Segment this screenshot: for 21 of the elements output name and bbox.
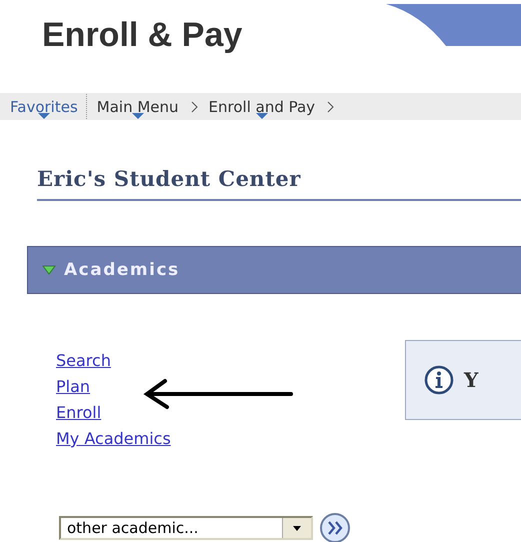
site-title: Enroll & Pay — [42, 16, 242, 56]
nav-menu[interactable]: Main Menu — [96, 94, 185, 119]
page-title: Eric's Student Center — [37, 166, 521, 201]
caret-icon[interactable] — [38, 113, 50, 119]
academics-link[interactable]: Search — [56, 348, 111, 374]
go-button[interactable] — [319, 512, 351, 542]
info-icon — [424, 365, 454, 395]
chevron-icon — [190, 100, 199, 112]
nav-menu[interactable]: Favorites — [10, 94, 87, 119]
chevron-icon — [327, 100, 336, 112]
academics-link[interactable]: Plan — [56, 374, 90, 400]
section-title: Academics — [64, 260, 180, 280]
academics-link[interactable]: Enroll — [56, 400, 102, 426]
caret-icon[interactable] — [132, 113, 144, 119]
dropdown-field[interactable]: other academic... — [59, 516, 313, 540]
caret-icon — [293, 526, 301, 530]
academics-link[interactable]: My Academics — [56, 426, 171, 452]
caret-icon[interactable] — [256, 113, 268, 119]
info-text: Y — [464, 368, 478, 392]
nav-menu[interactable]: Enroll and Pay — [208, 94, 322, 119]
expand-icon[interactable] — [42, 265, 56, 275]
